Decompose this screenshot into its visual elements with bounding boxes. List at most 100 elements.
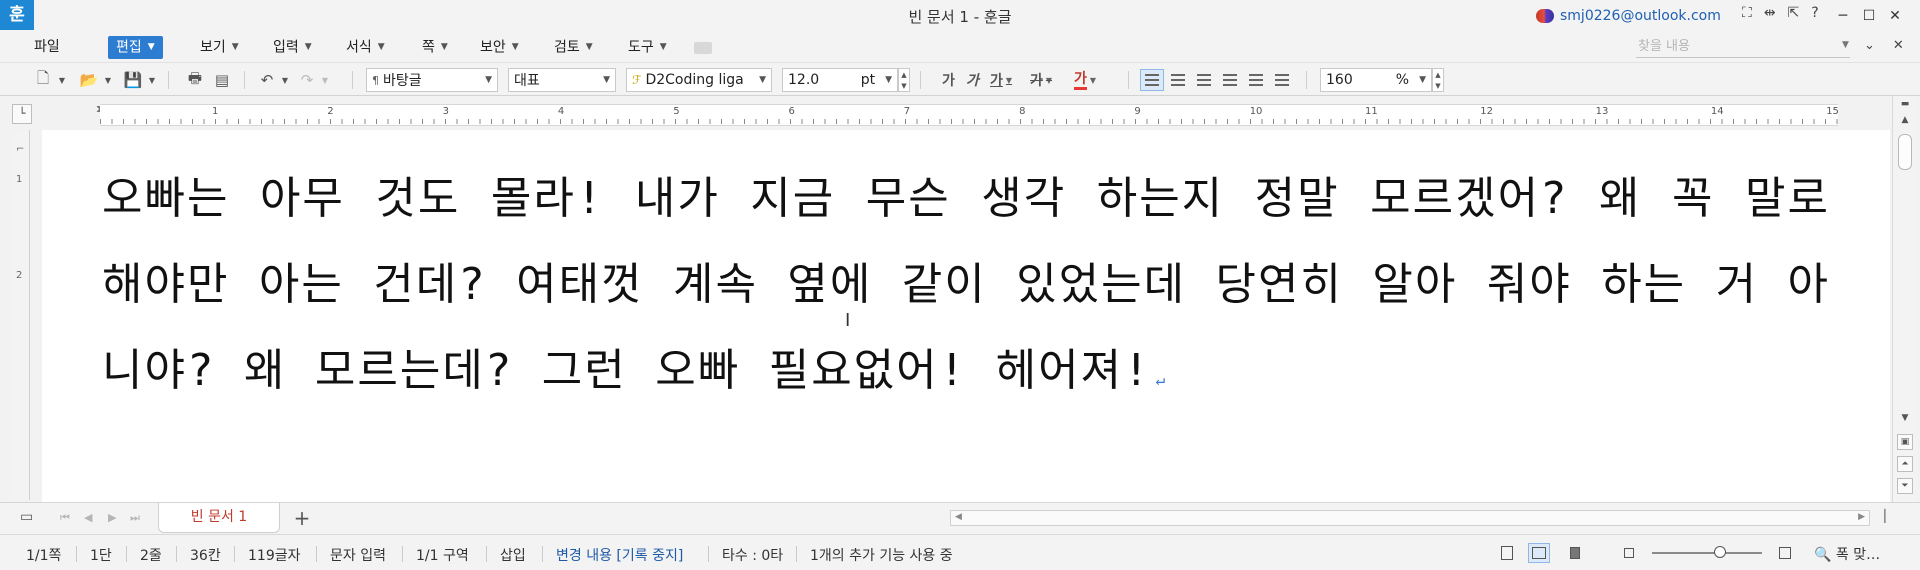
menu-view[interactable]: 보기 ▼ <box>192 36 247 59</box>
prev-tab-icon[interactable]: ◀ <box>84 511 92 524</box>
maximize-button[interactable]: ☐ <box>1856 4 1882 28</box>
fullscreen-icon[interactable]: ⛶ <box>1742 5 1752 21</box>
new-document-icon[interactable]: 🗋 <box>30 69 56 91</box>
underline-button[interactable]: 가 ▼ <box>990 69 1012 91</box>
page-margin-icon: ⌐ <box>16 144 25 155</box>
view-normal-button[interactable] <box>1496 543 1518 563</box>
chevron-down-icon[interactable]: ⌄ <box>1864 38 1875 53</box>
tab-document-1[interactable]: 빈 문서 1 <box>158 503 280 533</box>
status-page[interactable]: 1/1쪽 <box>26 545 61 565</box>
ruler-tab-selector[interactable]: └ <box>12 104 32 124</box>
align-divide-button[interactable] <box>1270 69 1294 91</box>
view-page-button[interactable] <box>1564 543 1586 563</box>
align-right-button[interactable] <box>1218 69 1242 91</box>
chevron-down-icon[interactable]: ▼ <box>320 69 330 91</box>
save-icon[interactable]: 💾 <box>120 69 146 91</box>
zoom-slider[interactable] <box>1652 546 1762 560</box>
minimize-button[interactable]: ─ <box>1830 4 1856 28</box>
menu-page[interactable]: 쪽 ▼ <box>414 36 456 59</box>
app-logo-icon[interactable]: 훈 <box>0 0 34 30</box>
chevron-down-icon[interactable]: ▼ <box>146 69 158 91</box>
menu-security[interactable]: 보안 ▼ <box>472 36 527 59</box>
status-addons[interactable]: 1개의 추가 기능 사용 중 <box>810 545 953 565</box>
status-section[interactable]: 1/1 구역 <box>416 545 469 565</box>
align-justify-button[interactable] <box>1140 69 1164 91</box>
status-insert-mode[interactable]: 삽입 <box>500 545 526 565</box>
split-view-icon[interactable]: ⇹ <box>1764 5 1776 21</box>
next-tab-icon[interactable]: ▶ <box>108 511 116 524</box>
first-tab-icon[interactable]: ⏮ <box>60 511 70 525</box>
status-input-mode[interactable]: 문자 입력 <box>330 545 386 565</box>
scroll-up-icon[interactable]: ▲ <box>1897 112 1913 128</box>
view-width-button[interactable] <box>1528 543 1550 563</box>
font-category-select[interactable]: 대표 ▼ <box>508 68 616 92</box>
print-preview-icon[interactable]: ▤ <box>210 69 234 91</box>
scroll-thumb[interactable] <box>1898 134 1912 170</box>
print-icon[interactable]: 🖶 <box>182 69 208 91</box>
vertical-scrollbar[interactable]: ▬ ▲ ▼ ▣ ⏶ ⏷ <box>1892 96 1916 506</box>
last-tab-icon[interactable]: ⏭ <box>130 511 140 525</box>
chevron-down-icon[interactable]: ▼ <box>102 69 114 91</box>
status-track-changes[interactable]: 변경 내용 [기록 중지] <box>556 545 683 565</box>
menu-tools[interactable]: 도구 ▼ <box>620 36 675 59</box>
tab-list-icon[interactable]: ▭ <box>20 509 33 525</box>
split-handle-icon[interactable]: ▕ <box>1876 509 1885 523</box>
font-size-input[interactable]: 12.0 pt ▼ <box>782 68 898 92</box>
vertical-ruler[interactable]: 1 2 ⌐ <box>14 130 30 500</box>
horizontal-ruler[interactable]: 1 2 3 4 5 6 7 8 9 10 11 12 13 14 15 <box>100 104 1839 126</box>
chevron-down-icon[interactable]: ▼ <box>1842 40 1849 50</box>
horizontal-scrollbar[interactable]: ◀ ▶ <box>950 510 1870 526</box>
find-input[interactable] <box>1636 36 1850 58</box>
menu-format[interactable]: 서식 ▼ <box>338 36 393 59</box>
zoom-in-button[interactable] <box>1774 543 1796 563</box>
bold-button[interactable]: 가 <box>942 69 955 91</box>
zoom-fit-menu[interactable]: 🔍 폭 맞… <box>1814 544 1880 564</box>
help-icon[interactable]: ? <box>1811 5 1818 21</box>
open-folder-icon[interactable]: 📂 <box>76 69 102 91</box>
minimize-ribbon-icon[interactable]: ⇱ <box>1788 5 1800 21</box>
account-email[interactable]: smj0226@outlook.com <box>1560 8 1721 24</box>
chevron-down-icon[interactable]: ▼ <box>56 69 68 91</box>
zoom-slider-knob[interactable] <box>1714 546 1727 558</box>
status-bar: 1/1쪽 1단 2줄 36칸 119글자 문자 입력 1/1 구역 삽입 변경 … <box>0 534 1920 570</box>
line-spacing-stepper[interactable]: ▲ ▼ <box>1432 68 1444 92</box>
strikethrough-button[interactable]: 가 ▼ <box>1030 69 1052 91</box>
scroll-down-icon[interactable]: ▼ <box>1897 410 1913 426</box>
close-button[interactable]: ✕ <box>1882 4 1908 28</box>
scroll-right-icon[interactable]: ▶ <box>1858 512 1865 522</box>
document-page[interactable]: 오빠는 아무 것도 몰라! 내가 지금 무슨 생각 하는지 정말 모르겠어? 왜… <box>42 130 1890 502</box>
document-text[interactable]: 오빠는 아무 것도 몰라! 내가 지금 무슨 생각 하는지 정말 모르겠어? 왜… <box>102 173 1830 396</box>
line-spacing-input[interactable]: 160 % ▼ <box>1320 68 1432 92</box>
page-view-icon[interactable]: ▣ <box>1897 434 1913 450</box>
menu-insert[interactable]: 입력 ▼ <box>265 36 320 59</box>
document-body[interactable]: 오빠는 아무 것도 몰라! 내가 지금 무슨 생각 하는지 정말 모르겠어? 왜… <box>102 156 1830 413</box>
close-icon[interactable]: ✕ <box>1893 38 1904 53</box>
align-left-button[interactable] <box>1166 69 1190 91</box>
menu-edit[interactable]: 편집 ▼ <box>108 36 163 59</box>
chevron-down-icon: ▼ <box>304 42 312 52</box>
font-size-stepper[interactable]: ▲ ▼ <box>898 68 910 92</box>
prev-page-icon[interactable]: ⏶ <box>1897 456 1913 472</box>
align-distribute-button[interactable] <box>1244 69 1268 91</box>
ruler-mark: 9 <box>1134 106 1141 117</box>
style-select[interactable]: ¶ 바탕글 ▼ <box>366 68 498 92</box>
scroll-top-icon[interactable]: ▬ <box>1897 96 1913 112</box>
font-name-select[interactable]: ℱ D2Coding liga ▼ <box>626 68 772 92</box>
account-area[interactable]: smj0226@outlook.com <box>1536 6 1721 26</box>
zoom-out-icon <box>1624 548 1634 558</box>
menu-review[interactable]: 검토 ▼ <box>546 36 601 59</box>
align-center-button[interactable] <box>1192 69 1216 91</box>
italic-button[interactable]: 가 <box>966 69 979 91</box>
next-page-icon[interactable]: ⏷ <box>1897 478 1913 494</box>
menu-file[interactable]: 파일 <box>26 36 68 59</box>
zoom-out-button[interactable] <box>1618 543 1640 563</box>
undo-icon[interactable]: ↶ <box>256 69 278 91</box>
toolbar-separator <box>352 71 353 89</box>
chevron-down-icon[interactable]: ▼ <box>280 69 290 91</box>
scroll-left-icon[interactable]: ◀ <box>955 512 962 522</box>
add-tab-button[interactable]: + <box>286 507 318 529</box>
font-color-button[interactable]: 가 ▼ <box>1074 69 1096 91</box>
redo-icon[interactable]: ↷ <box>296 69 318 91</box>
ribbon-extra-icon[interactable] <box>694 42 712 54</box>
status-char-count[interactable]: 119글자 <box>248 545 300 565</box>
